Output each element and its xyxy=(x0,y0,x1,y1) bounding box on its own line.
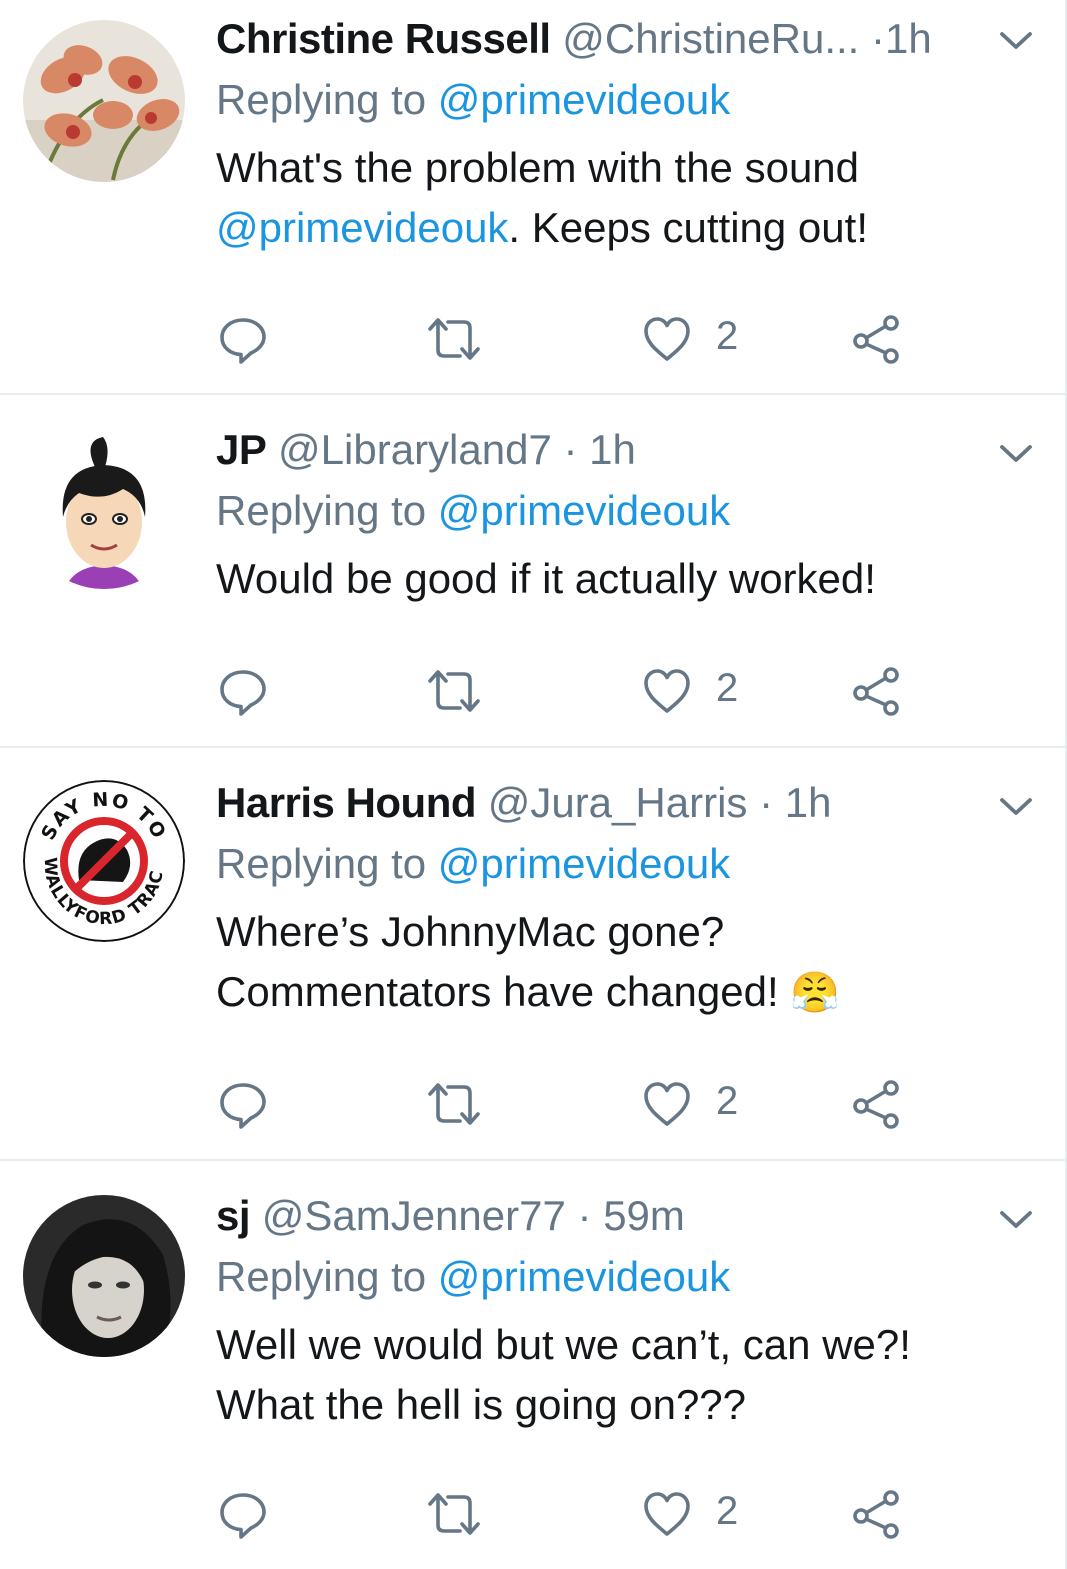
share-icon[interactable] xyxy=(852,308,902,364)
user-handle[interactable]: @ChristineRu... xyxy=(562,15,859,62)
like-count: 2 xyxy=(716,666,739,710)
timestamp[interactable]: 1h xyxy=(785,779,832,826)
user-handle[interactable]: @SamJenner77 xyxy=(262,1192,566,1239)
tweet-text: Would be good if it actually worked! xyxy=(216,549,1006,609)
reply-mention-link[interactable]: @primevideouk xyxy=(438,1253,730,1300)
reply-icon[interactable] xyxy=(218,1483,268,1539)
cartoon-girl-avatar[interactable] xyxy=(23,427,185,589)
chevron-down-icon[interactable] xyxy=(996,1205,1036,1235)
tweet-text: Where’s JohnnyMac gone? Commentators hav… xyxy=(216,902,1006,1023)
reply-mention-link[interactable]: @primevideouk xyxy=(438,840,730,887)
separator-dot: · xyxy=(759,779,774,826)
like-icon[interactable] xyxy=(642,1073,692,1129)
like-count: 2 xyxy=(716,1079,739,1123)
tweet-text-line: What's the problem with the sound xyxy=(216,144,860,191)
separator-dot: · xyxy=(871,15,886,62)
tweet-jp[interactable]: JP @Libraryland7 · 1h Replying to @prime… xyxy=(0,395,1065,748)
chevron-down-icon[interactable] xyxy=(996,439,1036,469)
woman-portrait-bw-avatar[interactable] xyxy=(23,1195,185,1357)
reply-mention-link[interactable]: @primevideouk xyxy=(438,487,730,534)
replying-to: Replying to @primevideouk xyxy=(216,833,730,895)
tweet-sj[interactable]: sj @SamJenner77 · 59m Replying to @prime… xyxy=(0,1161,1065,1569)
reply-icon[interactable] xyxy=(218,660,268,716)
like-count: 2 xyxy=(716,1489,739,1533)
chevron-down-icon[interactable] xyxy=(996,26,1036,56)
tweet-header: JP @Libraryland7 · 1h xyxy=(216,419,955,481)
tweet-text-line: Well we would but we can’t, can we?! xyxy=(216,1321,911,1368)
mention-link[interactable]: @primevideouk xyxy=(216,204,508,251)
user-handle[interactable]: @Libraryland7 xyxy=(278,426,552,473)
separator-dot: · xyxy=(577,1192,592,1239)
tweet-text-line: @primevideouk. Keeps cutting out! xyxy=(216,198,1006,258)
tweet-harris-hound[interactable]: SAY NO TO WALLYFORD TRACK Harris Hound @… xyxy=(0,748,1065,1161)
tweet-christine-russell[interactable]: Christine Russell @ChristineRu... ·1h Re… xyxy=(0,0,1065,395)
orchid-flowers-avatar[interactable] xyxy=(23,20,185,182)
tweet-text-line: What the hell is going on??? xyxy=(216,1381,747,1428)
share-icon[interactable] xyxy=(852,1073,902,1129)
tweet-header: sj @SamJenner77 · 59m xyxy=(216,1185,955,1247)
tweet-text: Well we would but we can’t, can we?! Wha… xyxy=(216,1315,1006,1435)
separator-dot: · xyxy=(563,426,578,473)
retweet-icon[interactable] xyxy=(424,308,484,364)
share-icon[interactable] xyxy=(852,1483,902,1539)
chevron-down-icon[interactable] xyxy=(996,792,1036,822)
tweet-actions: 2 xyxy=(218,660,918,716)
reply-icon[interactable] xyxy=(218,308,268,364)
replying-to: Replying to @primevideouk xyxy=(216,480,730,542)
like-icon[interactable] xyxy=(642,1483,692,1539)
say-no-to-wallyford-track-badge[interactable]: SAY NO TO WALLYFORD TRACK xyxy=(23,780,185,942)
tweet-actions: 2 xyxy=(218,1483,918,1539)
display-name[interactable]: Christine Russell xyxy=(216,15,551,62)
reply-mention-link[interactable]: @primevideouk xyxy=(438,76,730,123)
tweet-actions: 2 xyxy=(218,1073,918,1129)
replying-to-label: Replying to xyxy=(216,840,427,887)
replying-to: Replying to @primevideouk xyxy=(216,69,730,131)
tweet-header: Christine Russell @ChristineRu... ·1h xyxy=(216,8,955,70)
like-icon[interactable] xyxy=(642,660,692,716)
like-count: 2 xyxy=(716,314,739,358)
retweet-icon[interactable] xyxy=(424,1073,484,1129)
user-handle[interactable]: @Jura_Harris xyxy=(488,779,748,826)
tweet-text-line: Would be good if it actually worked! xyxy=(216,555,876,602)
display-name[interactable]: Harris Hound xyxy=(216,779,477,826)
tweet-text-fragment: Commentators have changed! xyxy=(216,968,779,1015)
replying-to-label: Replying to xyxy=(216,1253,427,1300)
replying-to-label: Replying to xyxy=(216,76,427,123)
timestamp[interactable]: 59m xyxy=(603,1192,685,1239)
timestamp[interactable]: 1h xyxy=(885,15,932,62)
share-icon[interactable] xyxy=(852,660,902,716)
tweet-text-line: Where’s JohnnyMac gone? xyxy=(216,908,725,955)
retweet-icon[interactable] xyxy=(424,660,484,716)
display-name[interactable]: sj xyxy=(216,1192,251,1239)
display-name[interactable]: JP xyxy=(216,426,267,473)
tweet-text-line: Commentators have changed! 😤 xyxy=(216,962,1006,1023)
tweet-text-fragment: . Keeps cutting out! xyxy=(508,204,868,251)
tweet-text: What's the problem with the sound @prime… xyxy=(216,138,1006,258)
retweet-icon[interactable] xyxy=(424,1483,484,1539)
timestamp[interactable]: 1h xyxy=(589,426,636,473)
like-icon[interactable] xyxy=(642,308,692,364)
replying-to-label: Replying to xyxy=(216,487,427,534)
tweet-header: Harris Hound @Jura_Harris · 1h xyxy=(216,772,955,834)
reply-icon[interactable] xyxy=(218,1073,268,1129)
replying-to: Replying to @primevideouk xyxy=(216,1246,730,1308)
tweet-actions: 2 xyxy=(218,308,918,364)
steam-face-emoji: 😤 xyxy=(790,971,841,1015)
